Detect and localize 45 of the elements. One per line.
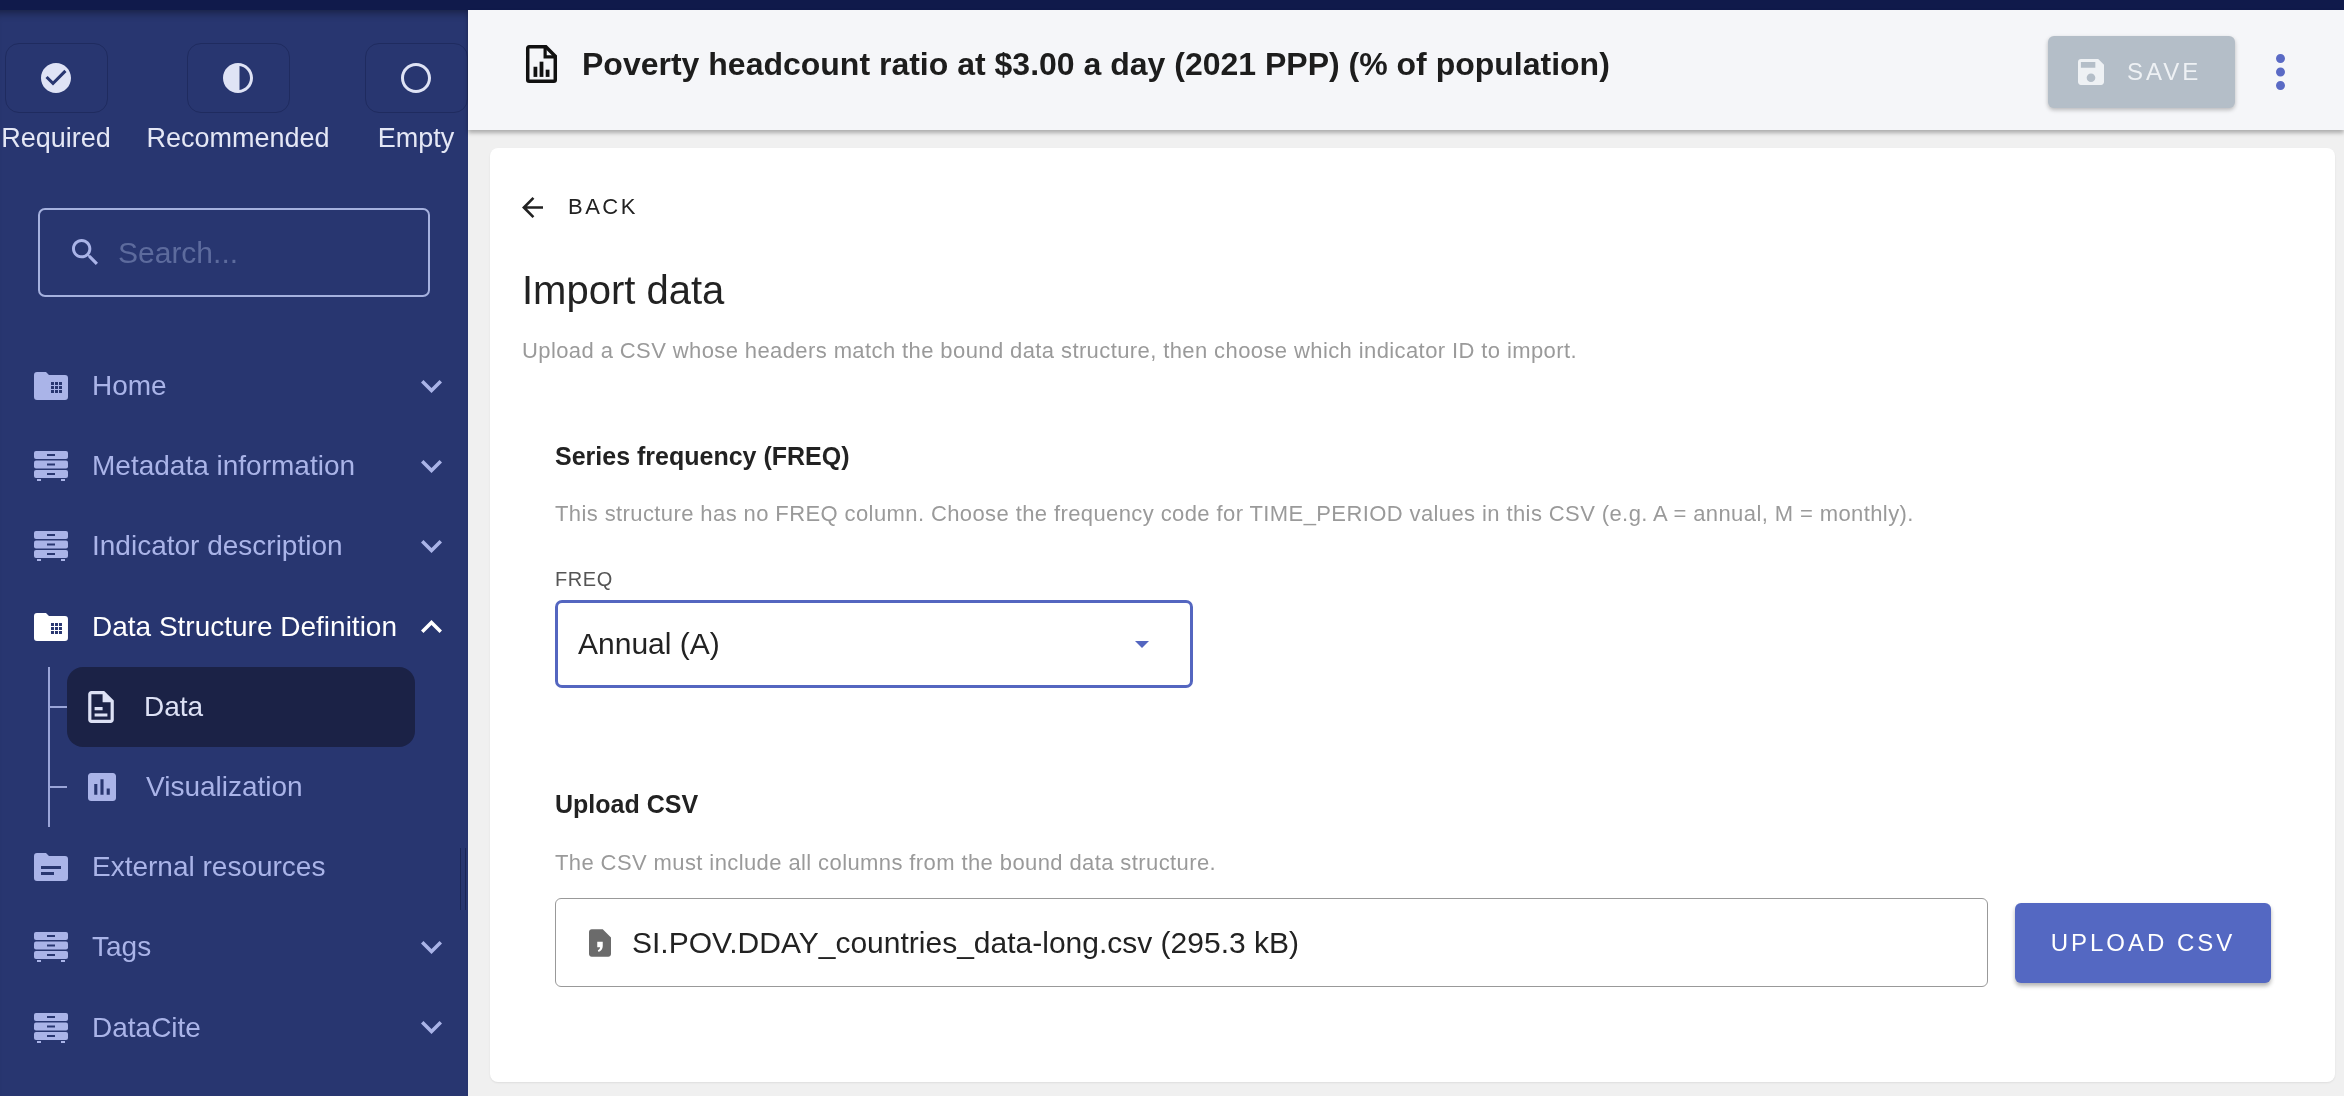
- file-field[interactable]: SI.POV.DDAY_countries_data-long.csv (295.3 kB): [555, 898, 1988, 987]
- filter-label: Required: [1, 122, 111, 154]
- stacked-drawers-icon: [34, 451, 68, 482]
- nav-subitem[interactable]: Visualization: [67, 747, 415, 828]
- nav-item[interactable]: Indicator description: [0, 506, 468, 587]
- section-title: Upload CSV: [555, 789, 699, 820]
- nav-item[interactable]: Home: [0, 346, 468, 427]
- file-icon: [589, 928, 611, 957]
- nav-item[interactable]: External resources: [0, 827, 468, 908]
- bar-chart-icon: [88, 773, 116, 802]
- search-icon: [72, 239, 98, 265]
- document-icon: [88, 690, 114, 723]
- section-description: The CSV must include all columns from the bound data structure.: [555, 849, 1217, 877]
- nav-item[interactable]: Metadata information: [0, 426, 468, 507]
- chart-document-icon: [525, 45, 558, 83]
- back-button[interactable]: BACK: [522, 192, 638, 222]
- vertical-dots-icon: [2275, 54, 2285, 90]
- nav-item[interactable]: Data Structure Definition: [0, 586, 468, 667]
- upload-csv-button[interactable]: UPLOAD CSV: [2015, 902, 2271, 983]
- nav-item[interactable]: Tags: [0, 907, 468, 988]
- page-description: Upload a CSV whose headers match the bound data structure, then choose which indicator ID to import.: [522, 337, 1577, 365]
- section-description: This structure has no FREQ column. Choose the frequency code for TIME_PERIOD values in this CSV (e.g. A = annual, M = monthly).: [555, 500, 1914, 528]
- filter-label: Empty: [377, 122, 455, 154]
- freq-select[interactable]: Annual (A): [555, 600, 1193, 688]
- filter-button[interactable]: [4, 43, 108, 113]
- section-title: Series frequency (FREQ): [555, 441, 850, 472]
- filter-button[interactable]: [186, 43, 290, 113]
- page-title: Poverty headcount ratio at $3.00 a day (2021 PPP) (% of population): [582, 45, 1610, 84]
- caret-down-icon: [1135, 640, 1149, 648]
- circle-outline-icon: [401, 63, 431, 93]
- folder-grid-icon: [34, 612, 68, 641]
- save-icon: [2078, 59, 2104, 85]
- nav-item[interactable]: DataCite: [0, 987, 468, 1068]
- arrow-left-icon: [522, 196, 543, 218]
- stacked-drawers-icon: [34, 932, 68, 963]
- field-label: FREQ: [555, 567, 613, 591]
- folder-grid-icon: [34, 372, 68, 401]
- section-heading: Import data: [522, 267, 725, 314]
- nav-subitem[interactable]: Data: [67, 666, 415, 747]
- stacked-drawers-icon: [34, 1012, 68, 1043]
- folder-lines-icon: [34, 853, 68, 882]
- filter-button[interactable]: [364, 43, 468, 113]
- filter-label: Recommended: [146, 122, 330, 154]
- stacked-drawers-icon: [34, 531, 68, 562]
- scrollbar-thumb[interactable]: [460, 848, 466, 910]
